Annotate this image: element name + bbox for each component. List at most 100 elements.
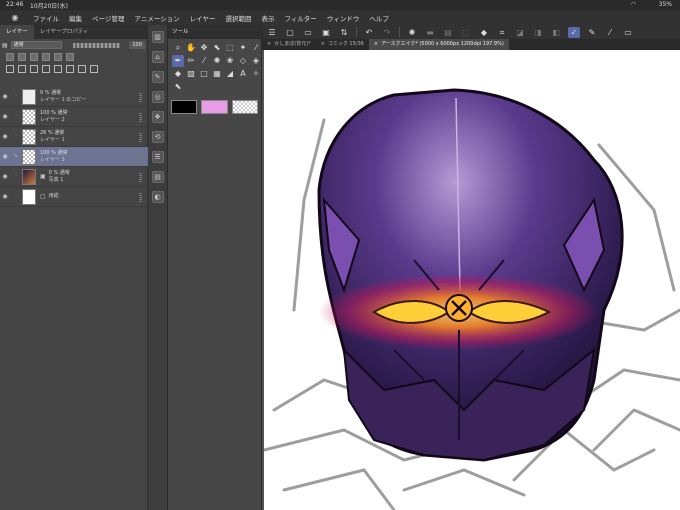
close-icon[interactable]: × [267, 41, 271, 47]
snap-special-icon[interactable]: ✎ [586, 27, 598, 38]
material-icon[interactable]: ❖ [151, 111, 164, 123]
navigator-icon[interactable]: ◎ [151, 91, 164, 103]
brush-size-icon[interactable]: ✎ [151, 71, 164, 83]
canvas-tab[interactable]: × コミック 15/36 [316, 39, 369, 50]
layer-lock-icon[interactable]: · [10, 113, 22, 120]
visibility-eye-icon[interactable]: ◉ [0, 93, 10, 100]
visibility-eye-icon[interactable]: ◉ [0, 153, 10, 160]
merge-down-icon[interactable] [42, 65, 50, 73]
operation-tool-icon[interactable]: ⬉ [211, 42, 223, 54]
fill-bucket-icon[interactable]: ◆ [478, 27, 490, 38]
reference-icon[interactable] [18, 53, 26, 61]
layer-lock-icon[interactable]: · [10, 133, 22, 140]
drag-handle-icon[interactable] [139, 132, 142, 142]
close-icon[interactable]: × [321, 41, 325, 47]
crop-icon[interactable]: ⌗ [496, 27, 508, 38]
menu-view[interactable]: 表示 [256, 13, 279, 23]
panel-toggle-icon[interactable]: ▥ [151, 31, 164, 43]
color-icon[interactable]: ◐ [151, 191, 164, 203]
drag-handle-icon[interactable] [139, 152, 142, 162]
layer-row[interactable]: ◉ · ▢ 用紙 [0, 187, 148, 207]
save-icon[interactable]: ▣ [320, 27, 332, 38]
new-vector-layer-icon[interactable] [18, 65, 26, 73]
correct-line-tool-icon[interactable]: ⬉ [172, 81, 184, 93]
decoration-tool-icon[interactable]: ❀ [224, 55, 236, 67]
menu-edit[interactable]: 編集 [64, 13, 87, 23]
canvas-tab[interactable]: × かしまぼ(背元)* [262, 39, 316, 50]
snap-ruler-icon[interactable]: ✓ [568, 26, 580, 38]
drag-handle-icon[interactable] [139, 112, 142, 122]
menu-help[interactable]: ヘルプ [364, 13, 394, 23]
fill-icon[interactable]: ▤ [442, 27, 454, 38]
lasso-tool-icon[interactable]: ⬚ [224, 42, 236, 54]
menu-icon[interactable]: ☰ [266, 27, 278, 38]
copy-layer-icon[interactable] [54, 65, 62, 73]
lock-icon[interactable] [30, 53, 38, 61]
window-list-icon[interactable]: ▭ [622, 27, 634, 38]
new-folder-icon[interactable] [30, 65, 38, 73]
eraser-tool-icon[interactable]: ◇ [237, 55, 249, 67]
visibility-eye-icon[interactable]: ◉ [0, 133, 10, 140]
new-layer-icon[interactable] [6, 65, 14, 73]
layer-row-selected[interactable]: ◉ ✎ 100 % 通常 レイヤー 3 [0, 147, 148, 167]
undo-icon[interactable]: ↶ [363, 27, 375, 38]
show-selection-icon[interactable]: ◧ [550, 27, 562, 38]
blend-tool-icon[interactable]: ◈ [250, 55, 262, 67]
hand-tool-icon[interactable]: ✋ [185, 42, 197, 54]
figure-tool-icon[interactable]: □ [198, 68, 210, 80]
drawing-canvas[interactable] [262, 50, 680, 510]
opacity-slider[interactable] [72, 42, 121, 48]
layer-row[interactable]: ◉ · 0 % 通常 レイヤー 1 のコピー [0, 87, 148, 107]
new-file-icon[interactable]: ▢ [284, 27, 296, 38]
redo-icon[interactable]: ↷ [381, 27, 393, 38]
gradient-tool-icon[interactable]: ▨ [185, 68, 197, 80]
delete-layer-icon[interactable] [90, 65, 98, 73]
layer-lock-icon[interactable]: · [10, 193, 22, 200]
layer-search-icon[interactable]: ▤ [151, 171, 164, 183]
menu-file[interactable]: ファイル [28, 13, 64, 23]
layer-row[interactable]: ◉ · 100 % 通常 レイヤー 2 [0, 107, 148, 127]
menu-layer[interactable]: レイヤー [185, 13, 221, 23]
blend-mode-select[interactable]: 通常 [10, 41, 62, 49]
clear-icon[interactable]: ▬ [424, 27, 436, 38]
mask-icon[interactable] [54, 53, 62, 61]
airbrush-tool-icon[interactable]: ✺ [211, 55, 223, 67]
menu-filter[interactable]: フィルター [279, 13, 321, 23]
ruler-tool-icon[interactable]: ◢ [224, 68, 236, 80]
balloon-tool-icon[interactable]: ✧ [250, 68, 262, 80]
deselect-icon[interactable]: ◪ [514, 27, 526, 38]
opacity-value[interactable]: 100 [129, 41, 145, 49]
tab-layer[interactable]: レイヤー [0, 25, 34, 39]
invert-selection-icon[interactable]: ◨ [532, 27, 544, 38]
layer-row[interactable]: ◉ · ▣ 0 % 通常 写真 1 [0, 167, 148, 187]
drag-handle-icon[interactable] [139, 192, 142, 202]
layer-lock-icon[interactable]: · [10, 173, 22, 180]
drag-handle-icon[interactable] [139, 92, 142, 102]
menu-animation[interactable]: アニメーション [129, 13, 184, 23]
pencil-tool-icon[interactable]: ✏ [185, 55, 197, 67]
mask-add-icon[interactable] [78, 65, 86, 73]
lock-alpha-icon[interactable] [42, 53, 50, 61]
open-file-icon[interactable]: ▭ [302, 27, 314, 38]
apply-mask-icon[interactable] [66, 65, 74, 73]
snap-grid-icon[interactable]: ⁄ [604, 27, 616, 38]
brush-tool-icon[interactable]: ⁄ [198, 55, 210, 67]
menu-page[interactable]: ページ管理 [87, 13, 129, 23]
text-tool-icon[interactable]: A [237, 68, 249, 80]
property-icon[interactable]: ☰ [151, 151, 164, 163]
sub-color-swatch[interactable] [201, 100, 228, 114]
menu-window[interactable]: ウィンドウ [322, 13, 365, 23]
ruler-icon[interactable] [66, 53, 74, 61]
tool-panel-tab[interactable]: ツール [168, 25, 261, 39]
panel-menu-icon[interactable]: ▤ [2, 42, 8, 49]
transparent-color-swatch[interactable] [231, 100, 258, 114]
menu-selection[interactable]: 選択範囲 [220, 13, 256, 23]
export-icon[interactable]: ⇅ [338, 27, 350, 38]
close-icon[interactable]: × [374, 41, 378, 47]
fill-tool-icon[interactable]: ◆ [172, 68, 184, 80]
canvas-area[interactable] [262, 50, 680, 510]
move-tool-icon[interactable]: ✥ [198, 42, 210, 54]
tab-layer-property[interactable]: レイヤープロパティ [34, 25, 95, 39]
drag-handle-icon[interactable] [139, 172, 142, 182]
wand-tool-icon[interactable]: ✦ [237, 42, 249, 54]
